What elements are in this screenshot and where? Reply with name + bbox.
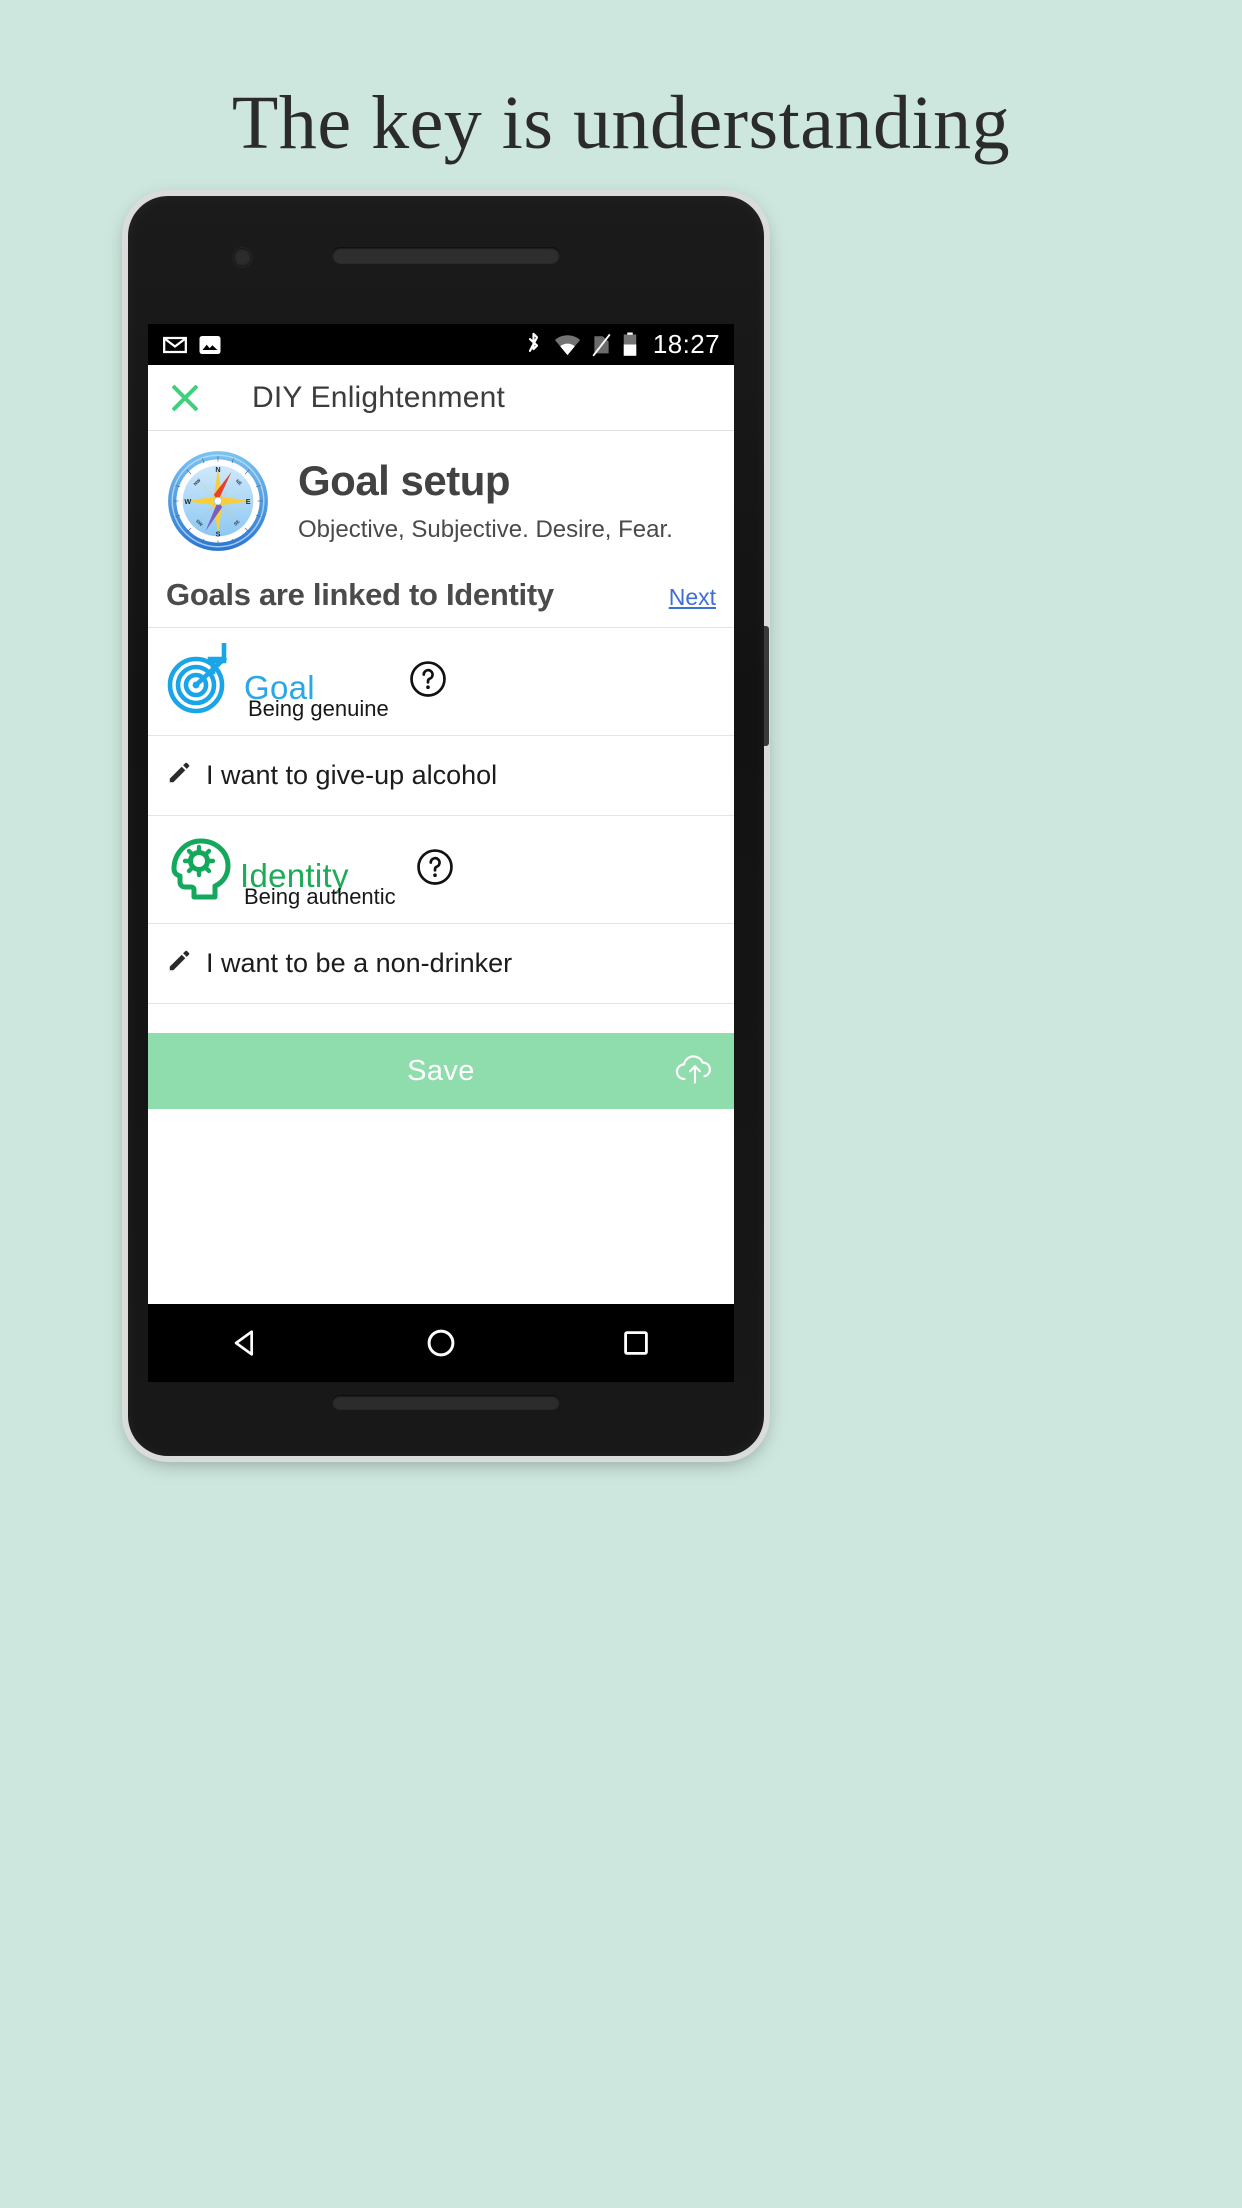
phone-screen: 18:27 DIY Enlightenment N S E W NW NE SW… <box>148 324 734 1334</box>
save-button-label: Save <box>407 1054 475 1087</box>
bluetooth-icon <box>524 332 543 358</box>
android-nav-bar <box>148 1304 734 1382</box>
pencil-icon <box>166 948 192 979</box>
status-bar-clock: 18:27 <box>652 329 720 359</box>
home-circle-icon[interactable] <box>415 1317 467 1369</box>
cloud-upload-icon[interactable] <box>674 1052 716 1091</box>
goal-label-words: Goal Being genuine <box>244 671 389 720</box>
hero-subtitle: Objective, Subjective. Desire, Fear. <box>298 516 673 544</box>
help-icon[interactable] <box>409 660 447 703</box>
page-title: DIY Enlightenment <box>252 380 505 414</box>
goal-subtitle: Being genuine <box>248 696 389 721</box>
empty-content-area <box>148 1109 734 1329</box>
section-title: Goals are linked to Identity <box>166 577 554 612</box>
screenshot-root: The key is understanding 18:27 DIY Enlig… <box>0 0 1242 2208</box>
save-button[interactable]: Save <box>148 1033 734 1109</box>
battery-icon <box>622 332 638 357</box>
row-divider-spacer <box>148 1003 734 1033</box>
page-headline: The key is understanding <box>231 81 1011 165</box>
goal-label-art: Goal Being genuine <box>166 642 389 720</box>
goal-input-value[interactable]: I want to give-up alcohol <box>206 760 497 791</box>
hero-title: Goal setup <box>298 456 511 504</box>
phone-device: 18:27 DIY Enlightenment N S E W NW NE SW… <box>128 196 769 1456</box>
back-triangle-icon[interactable] <box>220 1317 272 1369</box>
close-icon[interactable] <box>164 377 206 419</box>
compass-icon: N S E W NW NE SW SE <box>166 449 270 553</box>
no-sim-icon <box>592 332 611 357</box>
status-bar-notifications <box>162 332 222 358</box>
front-camera <box>233 248 252 267</box>
photos-icon <box>198 333 222 357</box>
earpiece-speaker <box>332 247 560 264</box>
identity-label-art: Identity Being authentic <box>166 831 396 908</box>
power-button[interactable] <box>764 626 769 746</box>
goal-label-row: Goal Being genuine <box>148 627 734 735</box>
help-icon[interactable] <box>416 848 454 891</box>
hero-text-block: Goal setup Objective, Subjective. Desire… <box>298 456 673 544</box>
recents-square-icon[interactable] <box>610 1317 662 1369</box>
app-bar: DIY Enlightenment <box>148 365 734 431</box>
identity-label-words: Identity Being authentic <box>240 859 396 908</box>
status-bar-system-icons: 18:27 <box>524 329 720 360</box>
head-gear-icon <box>166 831 238 908</box>
hero-section: N S E W NW NE SW SE Goal setup Objective… <box>148 431 734 565</box>
target-icon <box>166 642 242 720</box>
section-header: Goals are linked to Identity Next <box>148 565 734 627</box>
next-link[interactable]: Next <box>669 584 716 611</box>
svg-text:S: S <box>216 529 221 538</box>
gmail-icon <box>162 332 188 358</box>
goal-input-row[interactable]: I want to give-up alcohol <box>148 735 734 815</box>
svg-text:N: N <box>215 465 220 474</box>
pencil-icon <box>166 760 192 791</box>
identity-input-value[interactable]: I want to be a non-drinker <box>206 948 512 979</box>
identity-subtitle: Being authentic <box>244 884 396 909</box>
identity-input-row[interactable]: I want to be a non-drinker <box>148 923 734 1003</box>
identity-label-row: Identity Being authentic <box>148 815 734 923</box>
svg-text:W: W <box>184 497 191 506</box>
svg-text:E: E <box>246 497 251 506</box>
status-bar: 18:27 <box>148 324 734 365</box>
wifi-icon <box>554 334 581 356</box>
bottom-speaker <box>332 1395 560 1410</box>
